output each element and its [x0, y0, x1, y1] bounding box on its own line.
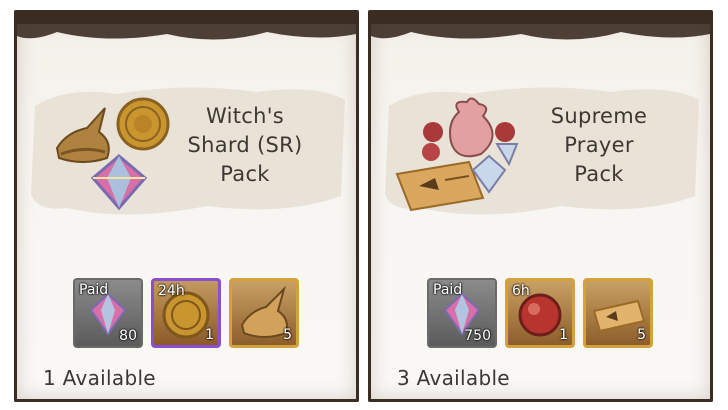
- reward-tag: Paid: [79, 282, 109, 298]
- reward-tag: Paid: [433, 282, 463, 298]
- reward-tag: 6h: [512, 283, 530, 299]
- pack-title: Supreme Prayer Pack: [550, 104, 648, 186]
- reward-qty: 750: [464, 328, 491, 344]
- availability-label: 1 Available: [43, 366, 156, 390]
- pack-card-witch-shard[interactable]: Witch's Shard (SR) Pack Paid 80 24h 1 5 …: [14, 10, 359, 402]
- reward-items: Paid 750 6h 1 5: [427, 278, 667, 348]
- reward-slot-paid-crystal[interactable]: Paid 80: [73, 278, 143, 348]
- pack-card-supreme-prayer[interactable]: Supreme Prayer Pack Paid 750 6h 1 5 3 Av…: [368, 10, 713, 402]
- reward-qty: 5: [637, 327, 646, 343]
- reward-slot-red-orb[interactable]: 6h 1: [505, 278, 575, 348]
- reward-items: Paid 80 24h 1 5: [73, 278, 313, 348]
- availability-label: 3 Available: [397, 366, 510, 390]
- reward-slot-prayer-ticket[interactable]: 5: [583, 278, 653, 348]
- pack-title: Witch's Shard (SR) Pack: [187, 104, 303, 186]
- reward-slot-gold-coin[interactable]: 24h 1: [151, 278, 221, 348]
- reward-qty: 1: [559, 327, 568, 343]
- card-top-edge: [371, 24, 710, 40]
- reward-qty: 1: [205, 327, 214, 343]
- prism-crystal-icon: [471, 154, 507, 194]
- card-top-edge: [17, 24, 356, 40]
- gold-coin-icon: [116, 97, 170, 151]
- prism-crystal-icon: [90, 154, 148, 211]
- reward-tag: 24h: [158, 283, 185, 299]
- reward-slot-witch-hat[interactable]: 5: [229, 278, 299, 348]
- reward-qty: 5: [283, 327, 292, 343]
- reward-slot-paid-crystal[interactable]: Paid 750: [427, 278, 497, 348]
- reward-qty: 80: [119, 328, 137, 344]
